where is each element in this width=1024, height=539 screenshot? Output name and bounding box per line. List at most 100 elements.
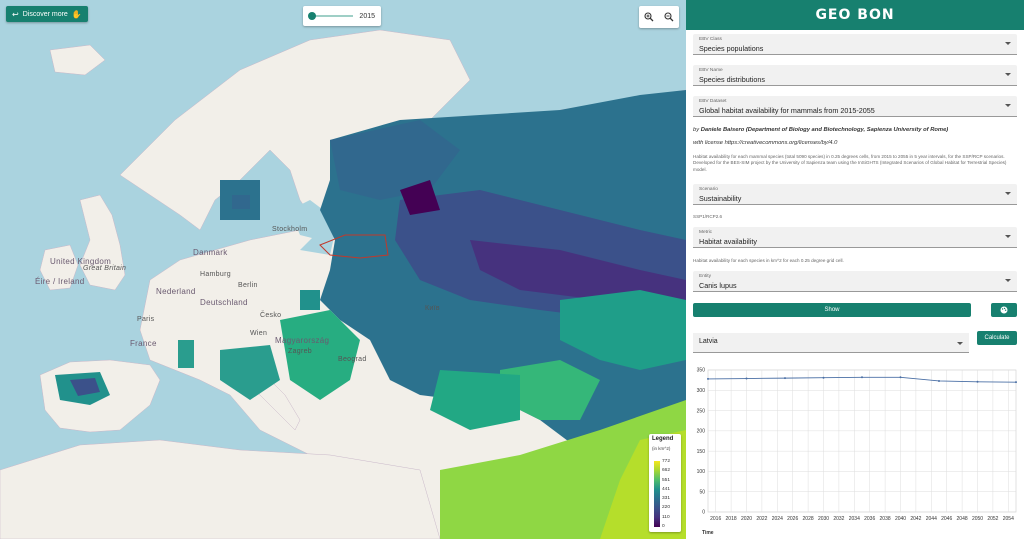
legend-tick: 220 bbox=[662, 505, 671, 511]
map-label-hamburg: Hamburg bbox=[200, 271, 231, 278]
ebv-name-select[interactable]: EBV Name Species distributions bbox=[693, 65, 1017, 86]
chevron-down-icon bbox=[1005, 73, 1011, 76]
legend-tick: 662 bbox=[662, 468, 671, 474]
chart-y-tick-label: 150 bbox=[697, 449, 706, 455]
back-arrow-icon: ↩ bbox=[12, 9, 19, 19]
chart-y-tick-label: 100 bbox=[697, 469, 706, 475]
chart-x-tick-label: 2040 bbox=[895, 516, 906, 522]
chart-x-tick-label: 2020 bbox=[741, 516, 752, 522]
chart-x-tick-label: 2054 bbox=[1003, 516, 1014, 522]
entity-value: Canis lupus bbox=[699, 281, 737, 290]
map-label-ireland: Éire / Ireland bbox=[35, 277, 85, 286]
ebv-name-label: EBV Name bbox=[699, 68, 723, 73]
year-slider-track[interactable] bbox=[308, 12, 354, 20]
chart-x-tick-label: 2026 bbox=[787, 516, 798, 522]
discover-more-button[interactable]: ↩ Discover more ✋ bbox=[6, 6, 88, 22]
chart-y-tick-label: 50 bbox=[699, 489, 705, 495]
chart-y-tick-label: 0 bbox=[702, 510, 705, 516]
legend-unit: (in km^2) bbox=[652, 446, 671, 451]
panel-header: GEO BON bbox=[686, 0, 1024, 30]
ebv-class-value: Species populations bbox=[699, 44, 764, 53]
legend-tick: 331 bbox=[662, 496, 671, 502]
palette-icon bbox=[1000, 306, 1008, 314]
year-slider-thumb[interactable] bbox=[308, 12, 316, 20]
discover-more-label: Discover more bbox=[22, 10, 68, 18]
metric-value: Habitat availability bbox=[699, 237, 757, 246]
metric-note: Habitat availability for each species in… bbox=[693, 258, 844, 263]
scenario-value: Sustainability bbox=[699, 194, 742, 203]
ebv-dataset-label: EBV Dataset bbox=[699, 99, 727, 104]
chart-y-tick-label: 200 bbox=[697, 429, 706, 435]
map-label-nederland: Nederland bbox=[156, 287, 196, 296]
dataset-license: with license https://creativecommons.org… bbox=[693, 140, 1017, 146]
ebv-class-select[interactable]: EBV Class Species populations bbox=[693, 34, 1017, 55]
metric-select[interactable]: Metric Habitat availability bbox=[693, 227, 1017, 248]
dataset-author: by Daniele Baisero (Department of Biolog… bbox=[693, 127, 1017, 133]
chart-data-point bbox=[1015, 381, 1017, 384]
chart-x-tick-label: 2048 bbox=[957, 516, 968, 522]
chevron-down-icon bbox=[1005, 279, 1011, 282]
chart-x-tick-label: 2036 bbox=[864, 516, 875, 522]
chevron-down-icon bbox=[1005, 235, 1011, 238]
chart-x-tick-label: 2038 bbox=[880, 516, 891, 522]
chevron-down-icon bbox=[1005, 104, 1011, 107]
zoom-out-button[interactable] bbox=[662, 10, 676, 24]
chart-y-tick-label: 250 bbox=[697, 408, 706, 414]
chart-data-point bbox=[976, 380, 979, 383]
chart-plot-area bbox=[707, 369, 1017, 513]
hand-icon: ✋ bbox=[71, 9, 82, 19]
map-label-cesko: Česko bbox=[260, 312, 282, 319]
chart-x-tick-label: 2022 bbox=[756, 516, 767, 522]
map-label-berlin: Berlin bbox=[238, 282, 258, 289]
map-label-deutschland: Deutschland bbox=[200, 298, 248, 307]
chart-y-tick-label: 350 bbox=[697, 368, 706, 374]
chart-x-tick-label: 2024 bbox=[772, 516, 783, 522]
map-view[interactable]: United Kingdom Great Britain Éire / Irel… bbox=[0, 0, 686, 539]
ebv-dataset-select[interactable]: EBV Dataset Global habitat availability … bbox=[693, 96, 1017, 117]
chart-y-tick-label: 300 bbox=[697, 388, 706, 394]
chart-x-tick-label: 2034 bbox=[849, 516, 860, 522]
show-button[interactable]: Show bbox=[693, 303, 971, 317]
country-select[interactable]: Latvia bbox=[693, 333, 969, 353]
author-name: Daniele Baisero (Department of Biology a… bbox=[700, 127, 949, 133]
map-label-stockholm: Stockholm bbox=[272, 226, 308, 233]
map-label-great-britain: Great Britain bbox=[83, 265, 127, 272]
map-legend: Legend (in km^2) 772 662 551 441 331 220… bbox=[649, 434, 681, 532]
chart-data-point bbox=[784, 377, 786, 380]
map-label-zagreb: Zagreb bbox=[288, 348, 312, 355]
chart-data-point bbox=[745, 377, 748, 380]
zoom-in-button[interactable] bbox=[642, 10, 656, 24]
map-label-denmark: Danmark bbox=[193, 248, 228, 257]
ebv-class-label: EBV Class bbox=[699, 37, 722, 42]
chart-x-tick-label: 2044 bbox=[926, 516, 937, 522]
chart-xlabel: Time bbox=[702, 530, 714, 536]
entity-select[interactable]: Entity Canis lupus bbox=[693, 271, 1017, 292]
year-slider-control[interactable]: 2015 bbox=[303, 6, 381, 26]
chevron-down-icon bbox=[1005, 42, 1011, 45]
scenario-select[interactable]: Scenario Sustainability bbox=[693, 184, 1017, 205]
scenario-label: Scenario bbox=[699, 187, 718, 192]
habitat-timeseries-chart: 0 50 100 150 200 250 300 350 2016 2018 2020 2022 20… bbox=[697, 368, 1017, 536]
legend-ticks: 772 662 551 441 331 220 110 0 bbox=[662, 459, 670, 529]
legend-tick: 0 bbox=[662, 523, 665, 529]
ebv-dataset-value: Global habitat availability for mammals … bbox=[699, 106, 875, 115]
map-label-magyarorszag: Magyarország bbox=[275, 336, 330, 345]
map-label-beograd: Beograd bbox=[338, 356, 367, 363]
side-panel: GEO BON EBV Class Species populations EB… bbox=[686, 0, 1024, 539]
legend-title: Legend bbox=[652, 436, 674, 442]
license-link[interactable]: https://creativecommons.org/licenses/by/… bbox=[725, 140, 838, 146]
chart-data-point bbox=[861, 376, 863, 379]
legend-color-ramp bbox=[654, 461, 660, 527]
map-label-kyiv: Київ bbox=[425, 305, 440, 312]
legend-tick: 110 bbox=[662, 514, 670, 520]
chart-data-point bbox=[899, 376, 902, 379]
palette-button[interactable] bbox=[991, 303, 1017, 317]
scenario-note: SSP1/RCP2.6 bbox=[693, 214, 723, 219]
chart-x-tick-label: 2032 bbox=[833, 516, 844, 522]
chart-x-tick-label: 2046 bbox=[941, 516, 952, 522]
zoom-controls bbox=[639, 6, 679, 28]
chart-x-tick-label: 2028 bbox=[803, 516, 814, 522]
entity-label: Entity bbox=[699, 274, 711, 279]
calculate-button[interactable]: Calculate bbox=[977, 331, 1017, 345]
year-value: 2015 bbox=[359, 12, 375, 20]
